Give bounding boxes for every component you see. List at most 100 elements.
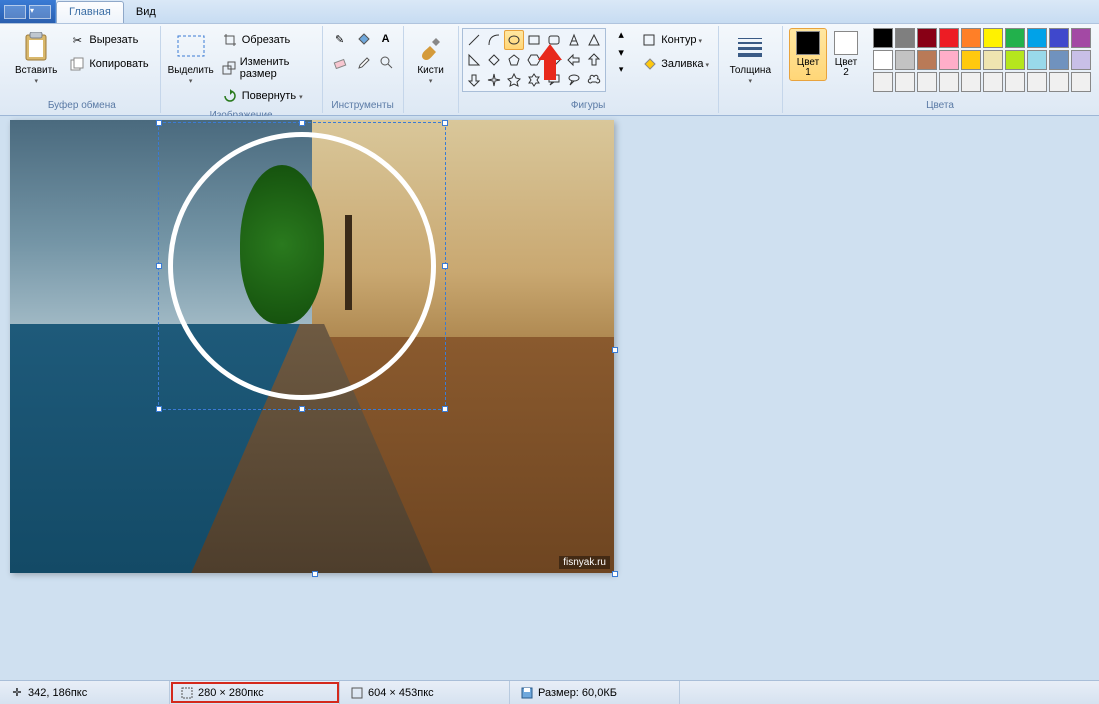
palette-color[interactable] [983,50,1003,70]
rotate-icon [222,88,238,104]
crop-icon [222,32,238,48]
palette-color[interactable] [961,72,981,92]
palette-color[interactable] [1071,72,1091,92]
shapes-gallery[interactable] [462,28,606,92]
group-tools: ✎ A Инструменты [323,26,404,113]
outline-button[interactable]: Контур▾ [636,29,714,51]
palette-color[interactable] [961,50,981,70]
shape-oval[interactable] [504,30,524,50]
crop-button[interactable]: Обрезать [217,29,316,51]
status-canvas-size: 604 × 453пкс [340,681,510,704]
outline-icon [641,32,657,48]
cut-button[interactable]: ✂ Вырезать [64,29,153,51]
shape-callout-oval[interactable] [564,70,584,90]
status-selection-size: 280 × 280пкс [170,681,340,704]
palette-color[interactable] [1005,72,1025,92]
shape-star5[interactable] [504,70,524,90]
palette-color[interactable] [1027,50,1047,70]
shapes-expand[interactable]: ▾ [619,64,624,82]
group-label: Фигуры [571,98,605,113]
palette-color[interactable] [983,72,1003,92]
pencil-tool[interactable]: ✎ [329,28,351,50]
rotate-button[interactable]: Повернуть▾ [217,85,316,107]
palette-color[interactable] [1071,28,1091,48]
shape-arrow-d[interactable] [464,70,484,90]
group-thickness: Толщина ▾ . [719,26,783,113]
palette-color[interactable] [873,72,893,92]
selection-size-icon [180,686,194,700]
shape-pentagon[interactable] [504,50,524,70]
palette-color[interactable] [1049,72,1069,92]
shapes-scroll-down[interactable]: ▾ [618,46,624,64]
bucket-tool[interactable] [352,28,374,50]
palette-color[interactable] [983,28,1003,48]
color1-button[interactable]: Цвет 1 [789,28,827,81]
palette-color[interactable] [1049,28,1069,48]
canvas-size-icon [350,686,364,700]
palette-color[interactable] [1005,50,1025,70]
resize-icon [222,60,236,76]
shape-callout-cloud[interactable] [584,70,604,90]
status-bar: ✛ 342, 186пкс 280 × 280пкс 604 × 453пкс … [0,680,1099,704]
group-clipboard: Вставить ▾ ✂ Вырезать Копировать Буфер о… [4,26,161,113]
palette-color[interactable] [1049,50,1069,70]
zoom-tool[interactable] [375,51,397,73]
thickness-icon [734,31,766,63]
shape-arrow-l[interactable] [564,50,584,70]
palette-color[interactable] [939,50,959,70]
tutorial-arrow [540,44,560,78]
tab-home[interactable]: Главная [56,1,124,23]
palette-color[interactable] [917,50,937,70]
tab-view[interactable]: Вид [123,1,169,23]
clipboard-icon [20,31,52,63]
file-menu-button[interactable]: ▾ [0,0,56,23]
palette-color[interactable] [961,28,981,48]
text-tool[interactable]: A [375,28,397,50]
palette-color[interactable] [1005,28,1025,48]
shapes-scroll-up[interactable]: ▴ [618,28,624,46]
shape-triangle[interactable] [584,30,604,50]
group-label: Буфер обмена [48,98,116,113]
palette-color[interactable] [1071,50,1091,70]
palette-color[interactable] [895,28,915,48]
shape-line[interactable] [464,30,484,50]
fill-button[interactable]: Заливка▾ [636,53,714,75]
palette-color[interactable] [895,72,915,92]
palette-color[interactable] [1027,28,1047,48]
fill-icon [641,56,657,72]
copy-button[interactable]: Копировать [64,53,153,75]
palette-color[interactable] [917,28,937,48]
palette-color[interactable] [895,50,915,70]
watermark: fisnyak.ru [559,556,610,569]
status-position: ✛ 342, 186пкс [0,681,170,704]
color-palette [873,28,1091,92]
selection-rect[interactable] [158,122,446,410]
shape-curve[interactable] [484,30,504,50]
shape-rtriangle[interactable] [464,50,484,70]
palette-color[interactable] [873,50,893,70]
disk-icon [520,686,534,700]
paste-button[interactable]: Вставить ▾ [10,28,62,88]
select-button[interactable]: Выделить ▾ [167,28,215,88]
shape-diamond[interactable] [484,50,504,70]
palette-color[interactable] [939,28,959,48]
ribbon-tabs: Главная Вид [56,0,168,23]
canvas[interactable]: fisnyak.ru [10,120,614,573]
shape-star4[interactable] [484,70,504,90]
brushes-button[interactable]: Кисти ▾ [410,28,452,88]
palette-color[interactable] [917,72,937,92]
color2-swatch [834,31,858,55]
work-area[interactable]: fisnyak.ru [0,116,1099,680]
resize-button[interactable]: Изменить размер [217,53,316,83]
scissors-icon: ✂ [69,32,85,48]
shape-arrow-u[interactable] [584,50,604,70]
palette-color[interactable] [1027,72,1047,92]
eraser-tool[interactable] [329,51,351,73]
copy-icon [69,56,85,72]
picker-tool[interactable] [352,51,374,73]
color2-button[interactable]: Цвет 2 [827,28,865,81]
palette-color[interactable] [873,28,893,48]
thickness-button[interactable]: Толщина ▾ [725,28,776,88]
palette-color[interactable] [939,72,959,92]
shape-polygon[interactable] [564,30,584,50]
